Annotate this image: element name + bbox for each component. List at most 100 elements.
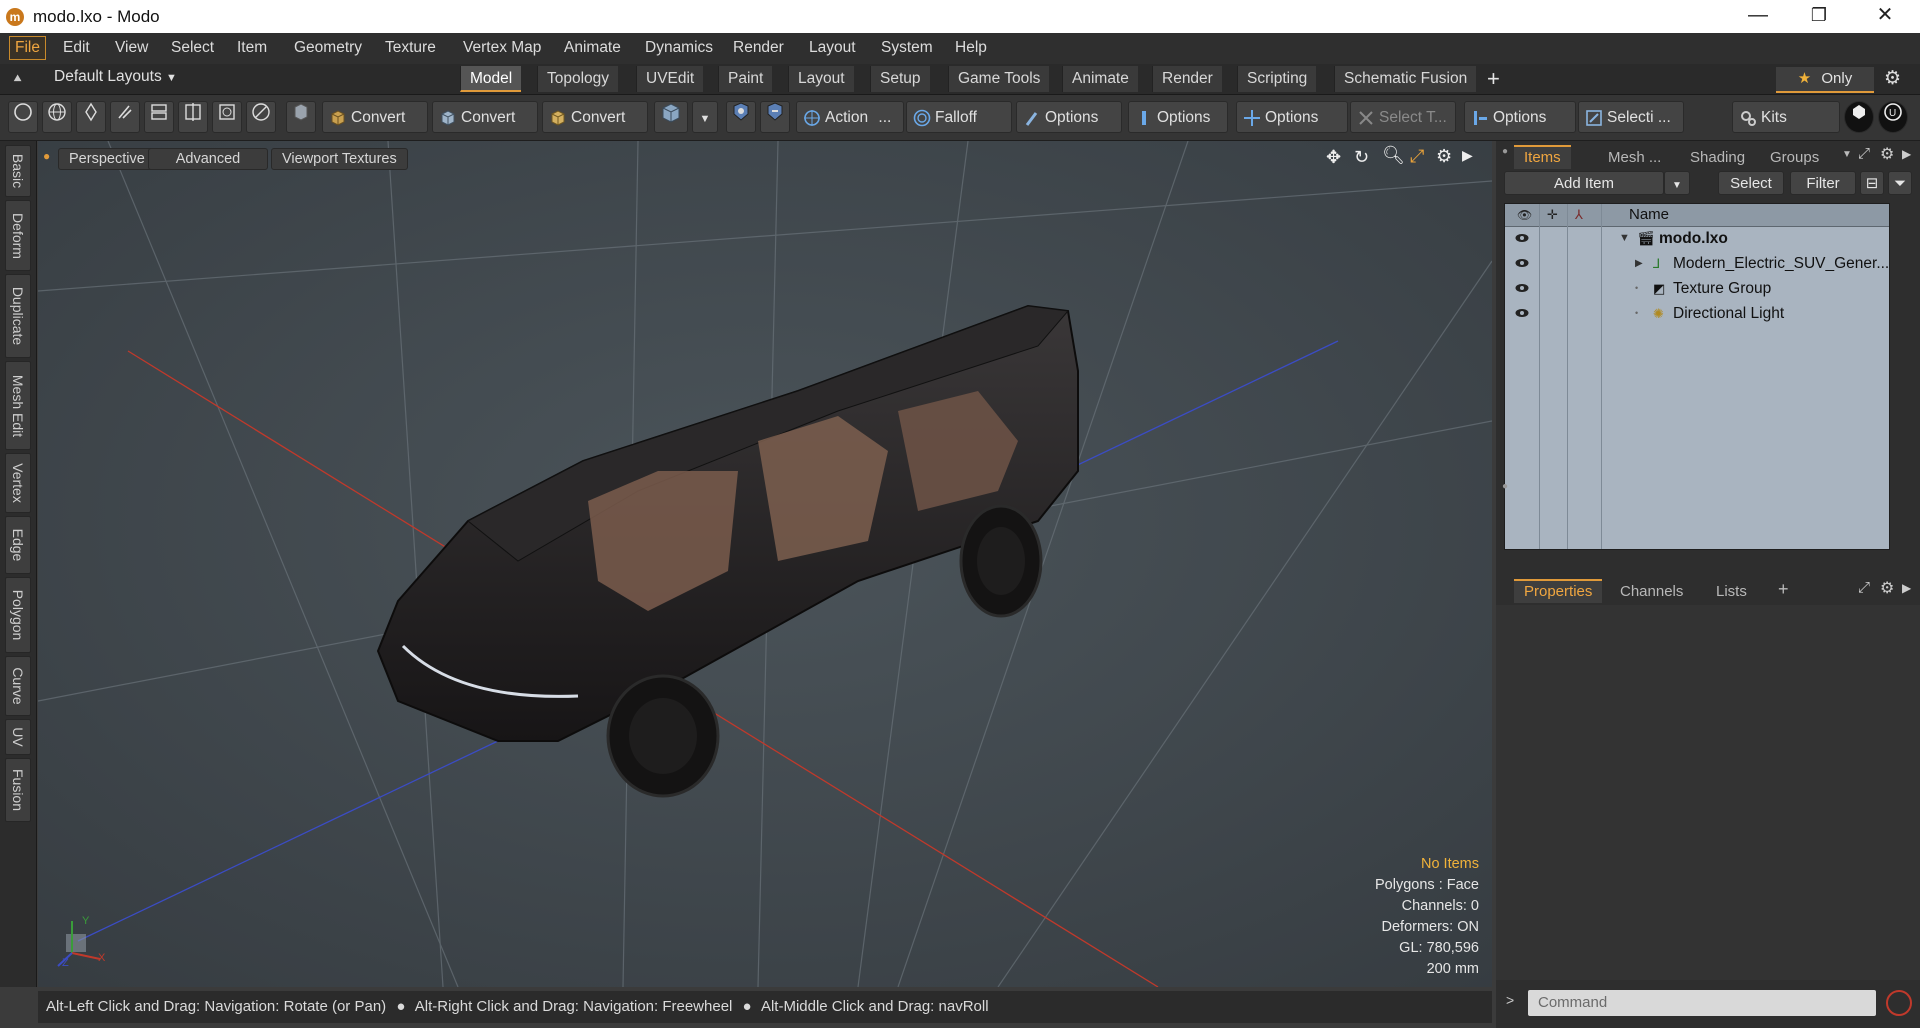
snap-options-button[interactable]: Options [1128, 101, 1228, 133]
add-properties-tab-button[interactable]: + [1778, 579, 1789, 600]
tab-render[interactable]: Render [1152, 66, 1222, 92]
viewport-expand-arrow-icon[interactable]: ▶ [1462, 147, 1473, 164]
tab-game-tools[interactable]: Game Tools [948, 66, 1050, 92]
visibility-eye-icon[interactable] [1515, 257, 1529, 269]
panel-menu-dot-icon[interactable]: ● [1502, 481, 1508, 492]
vtab-mesh-edit[interactable]: Mesh Edit [5, 361, 31, 450]
tree-scrollbar[interactable] [1890, 203, 1918, 548]
globe-icon[interactable] [42, 101, 72, 133]
brush-icon[interactable] [110, 101, 140, 133]
tab-animate[interactable]: Animate [1062, 66, 1138, 92]
rotate-view-icon[interactable]: ↻ [1354, 147, 1369, 168]
tab-shading[interactable]: Shading [1680, 147, 1755, 169]
tab-topology[interactable]: Topology [537, 66, 619, 92]
bevel-icon[interactable] [212, 101, 242, 133]
add-item-button[interactable]: Add Item [1504, 171, 1664, 195]
tab-uvedit[interactable]: UVEdit [636, 66, 704, 92]
select-through-button[interactable]: Select T... [1350, 101, 1456, 133]
add-item-dropdown-arrow-icon[interactable]: ▼ [1664, 171, 1690, 195]
panel-menu-dot-icon[interactable]: ● [1502, 146, 1508, 157]
vtab-curve[interactable]: Curve [5, 656, 31, 716]
tree-row-mesh[interactable]: ▶ ⅃ Modern_Electric_SUV_Gener... [1505, 251, 1889, 276]
pan-move-icon[interactable]: ✥ [1326, 147, 1341, 168]
type-column-icon[interactable]: ⅄ [1575, 207, 1583, 223]
shading-mode-dropdown[interactable]: Advanced [148, 148, 268, 170]
menu-edit[interactable]: Edit [58, 37, 95, 59]
select-circle-icon[interactable] [8, 101, 38, 133]
convert-button-3[interactable]: Convert [542, 101, 648, 133]
falloff-options-button[interactable]: Options [1016, 101, 1122, 133]
menu-geometry[interactable]: Geometry [289, 37, 367, 59]
tab-lists[interactable]: Lists [1706, 581, 1757, 603]
gear-icon[interactable]: ⚙ [1884, 67, 1901, 90]
primitive-cube-icon[interactable] [654, 101, 688, 133]
menu-render[interactable]: Render [728, 37, 789, 59]
tabs-overflow-arrow-icon[interactable]: ▼ [1842, 149, 1852, 160]
visibility-eye-icon[interactable] [1515, 282, 1529, 294]
menu-help[interactable]: Help [950, 37, 992, 59]
menu-item[interactable]: Item [232, 37, 272, 59]
menu-select[interactable]: Select [166, 37, 219, 59]
lock-column-icon[interactable]: ✛ [1547, 207, 1558, 223]
edge-slice-icon[interactable] [246, 101, 276, 133]
menu-dynamics[interactable]: Dynamics [640, 37, 718, 59]
unreal-icon[interactable]: U [1878, 101, 1908, 133]
name-column-header[interactable]: Name [1629, 206, 1669, 223]
menu-view[interactable]: View [110, 37, 153, 59]
layout-selector[interactable]: Default Layouts ▼ [54, 68, 177, 86]
tree-row-texture-group[interactable]: • ◩ Texture Group [1505, 276, 1889, 301]
viewport-gear-icon[interactable]: ⚙ [1436, 146, 1452, 167]
tab-layout[interactable]: Layout [788, 66, 854, 92]
visibility-eye-icon[interactable] [1515, 307, 1529, 319]
menu-vertex-map[interactable]: Vertex Map [458, 37, 546, 59]
vtab-polygon[interactable]: Polygon [5, 577, 31, 653]
maximize-viewport-icon[interactable]: ⤢ [1410, 146, 1424, 167]
close-button[interactable]: ✕ [1855, 0, 1915, 33]
symmetry-shield-icon[interactable] [760, 101, 790, 133]
collapse-arrow-icon[interactable]: ⯅ [12, 70, 23, 87]
zoom-magnifier-icon[interactable]: 🔍︎ [1382, 145, 1405, 166]
action-center-button[interactable]: Action ... [796, 101, 904, 133]
vtab-duplicate[interactable]: Duplicate [5, 274, 31, 358]
only-toggle[interactable]: ★ Only [1776, 67, 1874, 93]
command-history-circle-icon[interactable] [1886, 990, 1912, 1016]
panel-expand-arrow-icon[interactable]: ▶ [1902, 147, 1911, 161]
kits-button[interactable]: Kits [1732, 101, 1840, 133]
panel-expand-arrow-icon[interactable]: ▶ [1902, 581, 1911, 595]
tab-groups[interactable]: Groups [1760, 147, 1829, 169]
panel-gear-icon[interactable]: ⚙ [1880, 578, 1894, 598]
tab-setup[interactable]: Setup [870, 66, 930, 92]
visibility-eye-icon[interactable] [1515, 232, 1529, 244]
tab-items[interactable]: Items [1514, 145, 1571, 169]
vtab-vertex[interactable]: Vertex [5, 453, 31, 513]
bridge-icon[interactable] [144, 101, 174, 133]
panel-gear-icon[interactable]: ⚙ [1880, 144, 1894, 164]
vtab-basic[interactable]: Basic [5, 145, 31, 197]
vtab-deform[interactable]: Deform [5, 200, 31, 271]
primitive-dropdown-arrow-icon[interactable]: ▼ [692, 101, 718, 133]
filter-button[interactable]: Filter [1790, 171, 1856, 195]
3d-viewport[interactable]: Y X Z ● Perspective Advanced Viewport Te… [38, 141, 1492, 987]
viewport-menu-dot-icon[interactable]: ● [43, 149, 50, 163]
workplane-options-button[interactable]: Options [1236, 101, 1348, 133]
command-input[interactable]: Command [1528, 990, 1876, 1016]
selection-sets-button[interactable]: Selecti ... [1578, 101, 1684, 133]
tree-row-scene[interactable]: ▼ 🎬︎ modo.lxo [1505, 226, 1889, 251]
tab-paint[interactable]: Paint [718, 66, 773, 92]
tab-scripting[interactable]: Scripting [1237, 66, 1317, 92]
convert-button-2[interactable]: Convert [432, 101, 538, 133]
unity-icon[interactable] [1844, 101, 1874, 133]
menu-texture[interactable]: Texture [380, 37, 441, 59]
item-list-tree[interactable]: 👁︎ ✛ ⅄ Name ▼ 🎬︎ modo.lxo ▶ ⅃ Modern_Ele… [1504, 203, 1890, 550]
expand-triangle-icon[interactable]: ▼ [1619, 226, 1630, 251]
visibility-column-eye-icon[interactable]: 👁︎ [1517, 208, 1532, 222]
tab-properties[interactable]: Properties [1514, 579, 1603, 603]
vtab-fusion[interactable]: Fusion [5, 758, 31, 822]
panel-maximize-icon[interactable]: ⤢ [1858, 579, 1870, 596]
snap-shield-icon[interactable] [726, 101, 756, 133]
maximize-button[interactable]: ❐ [1789, 0, 1849, 33]
menu-file[interactable]: File [9, 36, 46, 60]
pivot-options-button[interactable]: Options [1464, 101, 1576, 133]
funnel-filter-icon[interactable]: ⏷ [1888, 171, 1912, 195]
vtab-edge[interactable]: Edge [5, 516, 31, 574]
